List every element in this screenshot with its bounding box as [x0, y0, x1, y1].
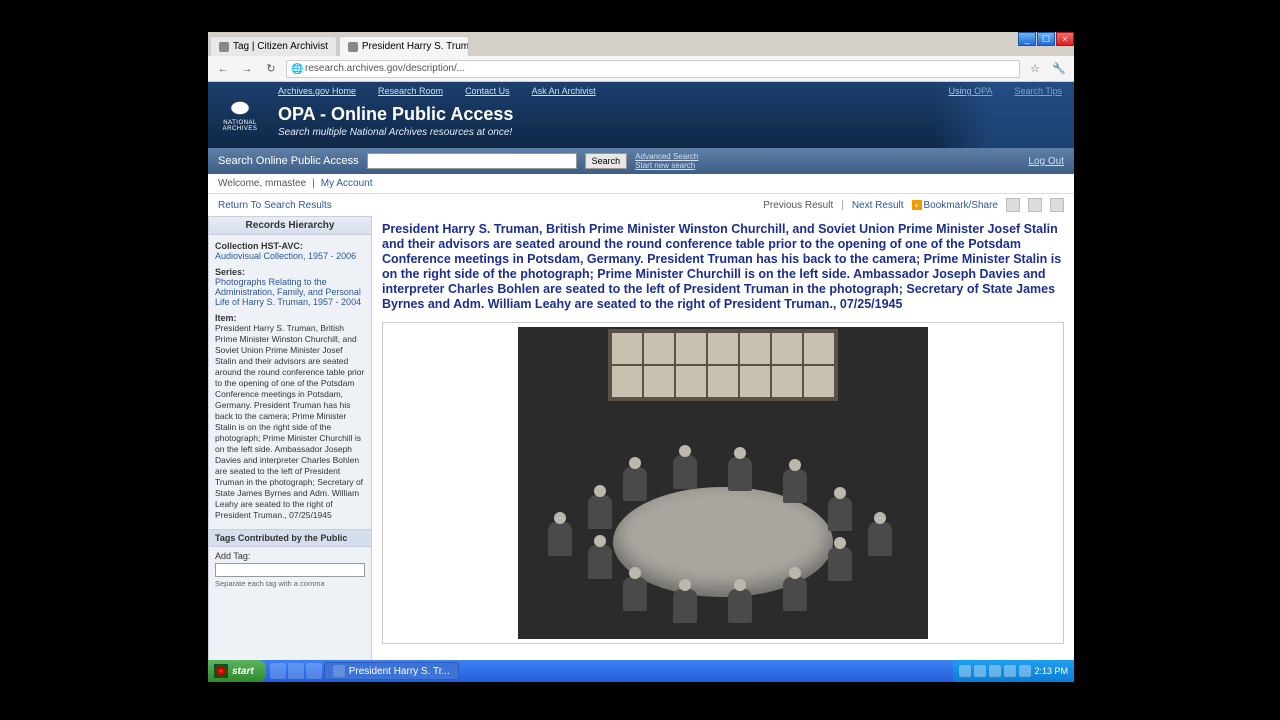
clock[interactable]: 2:13 PM: [1034, 666, 1068, 676]
taskbar-app-chrome[interactable]: President Harry S. Tr...: [324, 662, 459, 680]
tags-heading: Tags Contributed by the Public: [209, 529, 371, 547]
export-icon[interactable]: [1050, 198, 1064, 212]
browser-toolbar: ← → ↻ 🌐 research.archives.gov/descriptio…: [208, 56, 1074, 82]
tab-label: President Harry S. Truman, B...: [362, 41, 469, 52]
tab-label: Tag | Citizen Archivist: [233, 41, 328, 52]
welcome-text: Welcome, mmastee: [218, 178, 306, 189]
add-tag-input[interactable]: [215, 563, 365, 577]
search-label: Search Online Public Access: [218, 155, 359, 167]
quick-launch-desktop-icon[interactable]: [288, 663, 304, 679]
collection-link[interactable]: Audiovisual Collection, 1957 - 2006: [215, 251, 356, 261]
separator: |: [841, 200, 844, 211]
taskbar-app-label: President Harry S. Tr...: [349, 666, 450, 677]
content-area: President Harry S. Truman, British Prime…: [372, 216, 1074, 682]
chrome-icon: [333, 665, 345, 677]
windows-taskbar: start President Harry S. Tr... 2:13 PM: [208, 660, 1074, 682]
bookmark-star-icon[interactable]: ☆: [1026, 60, 1044, 78]
minimize-button[interactable]: _: [1018, 32, 1036, 46]
start-button[interactable]: start: [208, 660, 266, 682]
return-to-results-link[interactable]: Return To Search Results: [218, 200, 332, 211]
search-button[interactable]: Search: [585, 153, 628, 169]
tab-truman[interactable]: President Harry S. Truman, B...: [339, 36, 469, 56]
forward-icon[interactable]: →: [238, 60, 256, 78]
item-text: President Harry S. Truman, British Prime…: [215, 323, 365, 521]
nav-contact[interactable]: Contact Us: [465, 86, 510, 96]
volume-icon[interactable]: [1004, 665, 1016, 677]
bookmark-label: Bookmark/Share: [924, 200, 998, 211]
reload-icon[interactable]: ↻: [262, 60, 280, 78]
main-columns: Records Hierarchy Collection HST-AVC: Au…: [208, 216, 1074, 682]
tray-icon[interactable]: [974, 665, 986, 677]
search-bar: Search Online Public Access Search Advan…: [208, 148, 1074, 174]
record-title: President Harry S. Truman, British Prime…: [382, 222, 1064, 312]
records-hierarchy-heading: Records Hierarchy: [209, 217, 371, 235]
separator: |: [312, 178, 315, 189]
windows-logo-icon: [214, 664, 228, 678]
quick-launch-chrome-icon[interactable]: [306, 663, 322, 679]
favicon-icon: [219, 42, 229, 52]
header-art: [934, 82, 1074, 148]
start-label: start: [232, 666, 254, 677]
favicon-icon: [348, 42, 358, 52]
contact-icon[interactable]: [1006, 198, 1020, 212]
archives-logo[interactable]: NATIONAL ARCHIVES: [208, 82, 272, 148]
image-frame: [382, 322, 1064, 644]
logout-link[interactable]: Log Out: [1028, 156, 1064, 167]
next-result-link[interactable]: Next Result: [852, 200, 904, 211]
window-controls: _ ☐ ×: [1018, 32, 1074, 46]
url-text: research.archives.gov/description/...: [305, 63, 465, 74]
logo-text-bottom: ARCHIVES: [223, 126, 258, 132]
add-tag-label: Add Tag:: [215, 551, 365, 561]
site-header: NATIONAL ARCHIVES Archives.gov Home Rese…: [208, 82, 1074, 148]
system-tray: 2:13 PM: [953, 660, 1074, 682]
nav-research[interactable]: Research Room: [378, 86, 443, 96]
tray-icon[interactable]: [959, 665, 971, 677]
archival-photo[interactable]: [518, 327, 928, 639]
address-bar[interactable]: 🌐 research.archives.gov/description/...: [286, 60, 1020, 78]
quick-launch-ie-icon[interactable]: [270, 663, 286, 679]
action-row: Return To Search Results Previous Result…: [208, 194, 1074, 216]
tab-citizen-archivist[interactable]: Tag | Citizen Archivist: [210, 36, 337, 56]
prev-result-text: Previous Result: [763, 200, 833, 211]
nav-home[interactable]: Archives.gov Home: [278, 86, 356, 96]
plus-icon: +: [912, 200, 922, 210]
maximize-button[interactable]: ☐: [1037, 32, 1055, 46]
nav-ask[interactable]: Ask An Archivist: [532, 86, 596, 96]
search-input[interactable]: [367, 153, 577, 169]
sidebar: Records Hierarchy Collection HST-AVC: Au…: [208, 216, 372, 682]
globe-icon: 🌐: [291, 64, 301, 74]
record-date: 07/25/1945: [840, 297, 903, 311]
advanced-search-link[interactable]: Advanced Search: [635, 152, 698, 161]
bookmark-share-link[interactable]: + Bookmark/Share: [912, 200, 998, 211]
close-button[interactable]: ×: [1056, 32, 1074, 46]
my-account-link[interactable]: My Account: [321, 178, 373, 189]
welcome-bar: Welcome, mmastee | My Account: [208, 174, 1074, 194]
network-icon[interactable]: [1019, 665, 1031, 677]
record-title-text: President Harry S. Truman, British Prime…: [382, 222, 1061, 311]
print-icon[interactable]: [1028, 198, 1042, 212]
tag-hint: Separate each tag with a comma: [215, 579, 365, 588]
tray-icon[interactable]: [989, 665, 1001, 677]
start-new-search-link[interactable]: Start new search: [635, 161, 698, 170]
tab-strip: Tag | Citizen Archivist President Harry …: [208, 32, 1074, 56]
photo-window: [608, 329, 838, 401]
back-icon[interactable]: ←: [214, 60, 232, 78]
item-label: Item:: [215, 313, 365, 323]
wrench-icon[interactable]: 🔧: [1050, 60, 1068, 78]
series-label: Series:: [215, 267, 365, 277]
series-link[interactable]: Photographs Relating to the Administrati…: [215, 277, 361, 307]
eagle-icon: [226, 98, 254, 118]
browser-window: Tag | Citizen Archivist President Harry …: [208, 32, 1074, 682]
collection-label: Collection HST-AVC:: [215, 241, 365, 251]
